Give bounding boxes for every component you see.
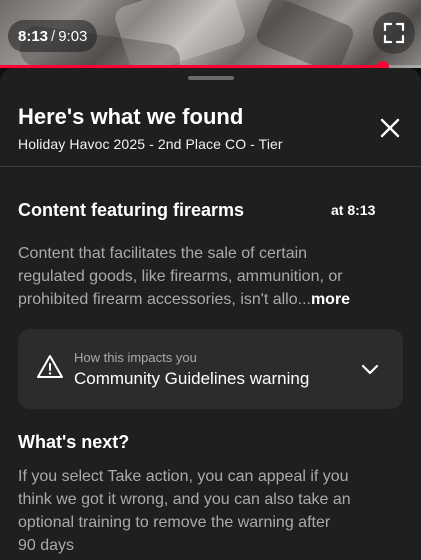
more-link[interactable]: more [311, 291, 350, 308]
video-title: Holiday Havoc 2025 - 2nd Place CO - Tier [18, 136, 283, 152]
whats-next-title: What's next? [18, 432, 130, 452]
close-button[interactable] [372, 110, 408, 146]
video-frame-detail [253, 0, 357, 68]
impact-card[interactable]: How this impacts you Community Guideline… [18, 329, 403, 409]
next-line: If you select Take action, you can appea… [18, 468, 349, 485]
current-time: 8:13 [18, 27, 49, 45]
warning-icon [37, 355, 63, 378]
close-icon [380, 118, 400, 138]
fullscreen-button[interactable] [373, 12, 415, 54]
next-line: think we got it wrong, and you can also … [18, 491, 351, 508]
time-separator: / [51, 27, 56, 45]
fullscreen-icon [383, 22, 405, 44]
violation-description: Content that facilitates the sale of cer… [18, 242, 408, 311]
duration: 9:03 [58, 27, 88, 45]
chevron-down-icon[interactable] [358, 357, 382, 381]
time-display[interactable]: 8:13 / 9:03 [8, 20, 98, 52]
impact-label: How this impacts you [74, 350, 197, 365]
whats-next-description: If you select Take action, you can appea… [18, 465, 413, 557]
impact-value: Community Guidelines warning [74, 369, 310, 388]
description-line: regulated goods, like firearms, ammuniti… [18, 268, 343, 285]
video-player[interactable]: 8:13 / 9:03 [0, 0, 421, 68]
description-line: prohibited firearm accessories, isn't al… [18, 291, 311, 308]
bottom-sheet: Here's what we found Holiday Havoc 2025 … [0, 68, 421, 560]
divider [0, 166, 421, 167]
drag-handle[interactable] [188, 76, 234, 80]
violation-timestamp[interactable]: at 8:13 [331, 202, 375, 218]
sheet-title: Here's what we found [18, 104, 244, 129]
next-line: optional training to remove the warning … [18, 514, 331, 531]
description-line-last: prohibited firearm accessories, isn't al… [18, 288, 408, 311]
violation-title: Content featuring firearms [18, 200, 245, 220]
next-line: 90 days [18, 537, 75, 554]
description-line: Content that facilitates the sale of cer… [18, 245, 308, 262]
